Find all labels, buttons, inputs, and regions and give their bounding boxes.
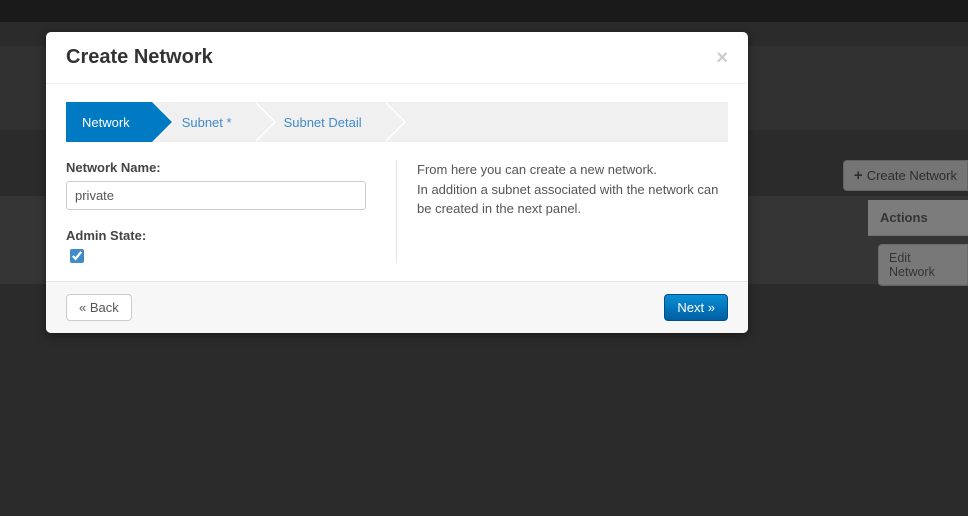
step-network-label: Network bbox=[82, 115, 130, 130]
actions-header: Actions bbox=[868, 200, 968, 236]
background-toolbar: + Create Network bbox=[843, 160, 968, 191]
close-icon[interactable]: × bbox=[716, 48, 728, 68]
step-subnet-detail-label: Subnet Detail bbox=[284, 115, 362, 130]
network-name-input[interactable] bbox=[66, 181, 366, 210]
help-panel: From here you can create a new network. … bbox=[396, 160, 728, 263]
modal-title: Create Network bbox=[66, 46, 213, 69]
modal-body: Network Subnet * Subnet Detail Network N… bbox=[46, 84, 748, 281]
form-left: Network Name: Admin State: bbox=[66, 160, 366, 263]
next-button[interactable]: Next » bbox=[664, 294, 728, 321]
modal-footer: « Back Next » bbox=[46, 281, 748, 333]
create-network-label-bg: Create Network bbox=[867, 168, 957, 183]
back-button[interactable]: « Back bbox=[66, 294, 132, 321]
step-network[interactable]: Network bbox=[66, 102, 152, 142]
help-line-1: From here you can create a new network. bbox=[417, 160, 728, 180]
step-subnet-label: Subnet * bbox=[182, 115, 232, 130]
create-network-modal: Create Network × Network Subnet * Subnet… bbox=[46, 32, 748, 333]
admin-state-wrap bbox=[66, 249, 366, 263]
background-top-bar bbox=[0, 0, 968, 22]
wizard-nav: Network Subnet * Subnet Detail bbox=[66, 102, 728, 142]
form-row: Network Name: Admin State: From here you… bbox=[66, 160, 728, 263]
network-name-label: Network Name: bbox=[66, 160, 366, 175]
edit-network-button-bg[interactable]: Edit Network bbox=[878, 244, 968, 286]
modal-header: Create Network × bbox=[46, 32, 748, 84]
plus-icon: + bbox=[854, 167, 863, 184]
admin-state-checkbox[interactable] bbox=[70, 249, 84, 263]
admin-state-label: Admin State: bbox=[66, 228, 366, 243]
help-line-2: In addition a subnet associated with the… bbox=[417, 180, 728, 219]
create-network-button-bg[interactable]: + Create Network bbox=[843, 160, 968, 191]
